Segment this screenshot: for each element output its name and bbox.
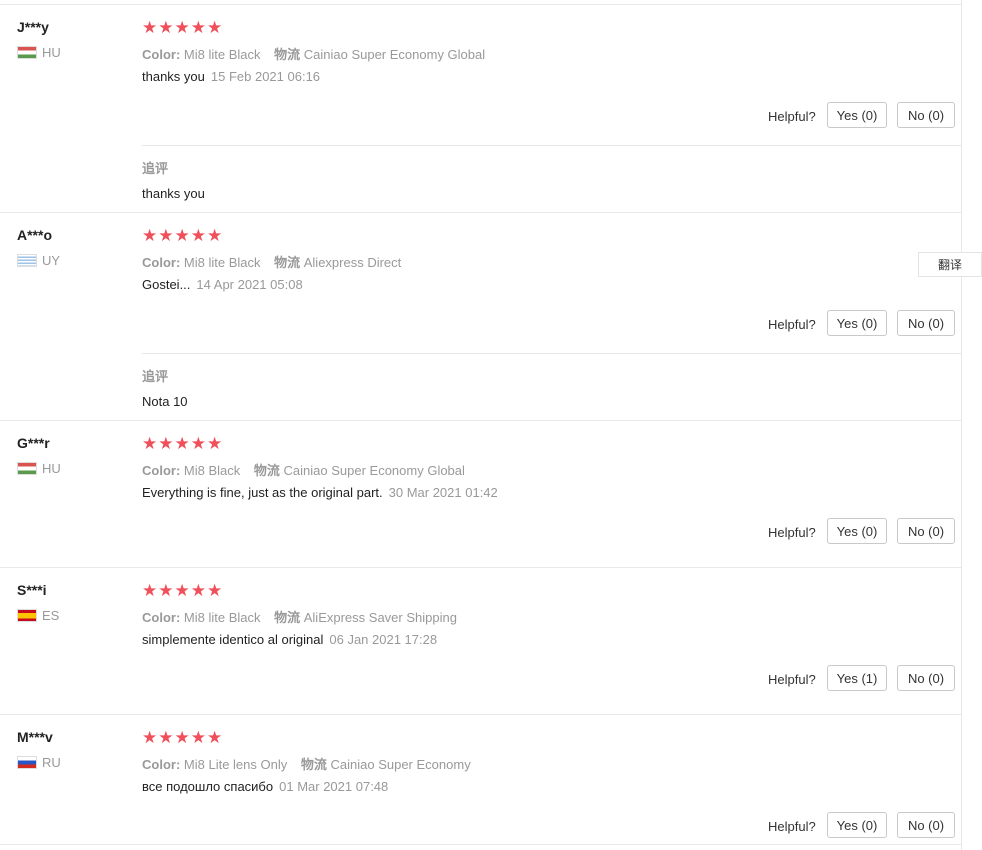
star-rating: ★★★★★ [142,581,224,600]
helpful-yes-button[interactable]: Yes (0) [827,310,887,336]
review-divider [0,714,961,715]
reviewer-country: UY [17,253,60,268]
review-text: Gostei... 14 Apr 2021 05:08 [142,277,303,292]
right-edge-divider [961,0,962,850]
review-date: 15 Feb 2021 06:16 [210,69,321,84]
followup-text: thanks you [142,186,205,201]
review-date: 30 Mar 2021 01:42 [388,485,498,500]
followup-text: Nota 10 [142,394,188,409]
shipping-label: 物流 [253,463,280,478]
color-label: Color: [142,255,181,270]
helpful-label: Helpful? [768,317,816,332]
helpful-no-button[interactable]: No (0) [897,812,955,838]
reviewer-country: ES [17,608,59,623]
helpful-yes-button[interactable]: Yes (0) [827,812,887,838]
star-rating: ★★★★★ [142,434,224,453]
color-value: Mi8 Lite lens Only [183,757,288,772]
shipping-label: 物流 [274,610,301,625]
star-rating: ★★★★★ [142,728,224,747]
color-value: Mi8 lite Black [183,47,261,62]
review-date: 14 Apr 2021 05:08 [196,277,303,292]
helpful-label: Helpful? [768,525,816,540]
color-label: Color: [142,463,181,478]
reviewer-country: RU [17,755,61,770]
helpful-no-button[interactable]: No (0) [897,310,955,336]
review-body: thanks you [142,69,205,84]
star-rating: ★★★★★ [142,226,224,245]
review-attributes: Color: Mi8 lite Black 物流 AliExpress Save… [142,607,457,626]
reviewer-name: G***r [17,435,50,451]
country-code: RU [42,755,61,770]
review-attributes: Color: Mi8 lite Black 物流 Cainiao Super E… [142,44,485,63]
helpful-no-button[interactable]: No (0) [897,518,955,544]
shipping-value: AliExpress Saver Shipping [303,610,457,625]
helpful-yes-button[interactable]: Yes (0) [827,102,887,128]
reviewer-name: S***i [17,582,47,598]
followup-divider [142,353,961,354]
reviewer-name: M***v [17,729,53,745]
review-text: thanks you 15 Feb 2021 06:16 [142,69,320,84]
helpful-no-button[interactable]: No (0) [897,102,955,128]
review-body: все подошло спасибо [142,779,274,794]
shipping-label: 物流 [274,255,301,270]
review-attributes: Color: Mi8 Black 物流 Cainiao Super Econom… [142,460,465,479]
reviewer-name: A***o [17,227,53,243]
country-code: ES [42,608,60,623]
top-divider [0,4,961,5]
shipping-label: 物流 [274,47,301,62]
shipping-value: Cainiao Super Economy [330,757,471,772]
review-text: все подошло спасибо 01 Mar 2021 07:48 [142,779,388,794]
review-divider [0,844,961,845]
uruguay-flag-icon [17,254,37,267]
review-date: 01 Mar 2021 07:48 [279,779,389,794]
russia-flag-icon [17,756,37,769]
spain-flag-icon [17,609,37,622]
country-code: HU [42,45,61,60]
review-attributes: Color: Mi8 Lite lens Only 物流 Cainiao Sup… [142,754,471,773]
helpful-label: Helpful? [768,819,816,834]
hungary-flag-icon [17,462,37,475]
color-value: Mi8 lite Black [183,610,261,625]
color-label: Color: [142,610,181,625]
review-text: simplemente identico al original 06 Jan 2… [142,632,437,647]
shipping-value: Cainiao Super Economy Global [283,463,465,478]
review-text: Everything is fine, just as the original… [142,485,498,500]
followup-label: 追评 [142,369,169,384]
review-divider [0,567,961,568]
helpful-no-button[interactable]: No (0) [897,665,955,691]
helpful-yes-button[interactable]: Yes (0) [827,518,887,544]
reviewer-country: HU [17,45,61,60]
translate-button[interactable]: 翻译 [918,252,982,277]
review-body: Everything is fine, just as the original… [142,485,383,500]
hungary-flag-icon [17,46,37,59]
color-value: Mi8 lite Black [183,255,261,270]
review-body: Gostei... [142,277,191,292]
color-label: Color: [142,757,181,772]
review-attributes: Color: Mi8 lite Black 物流 Aliexpress Dire… [142,252,401,271]
review-body: simplemente identico al original [142,632,324,647]
review-divider [0,420,961,421]
followup-label: 追评 [142,161,169,176]
review-date: 06 Jan 2021 17:28 [329,632,438,647]
shipping-value: Aliexpress Direct [303,255,402,270]
color-value: Mi8 Black [183,463,241,478]
helpful-label: Helpful? [768,672,816,687]
shipping-label: 物流 [300,757,327,772]
country-code: HU [42,461,61,476]
color-label: Color: [142,47,181,62]
helpful-yes-button[interactable]: Yes (1) [827,665,887,691]
reviewer-country: HU [17,461,61,476]
star-rating: ★★★★★ [142,18,224,37]
helpful-label: Helpful? [768,109,816,124]
country-code: UY [42,253,61,268]
review-divider [0,212,961,213]
reviewer-name: J***y [17,19,49,35]
followup-divider [142,145,961,146]
shipping-value: Cainiao Super Economy Global [303,47,486,62]
